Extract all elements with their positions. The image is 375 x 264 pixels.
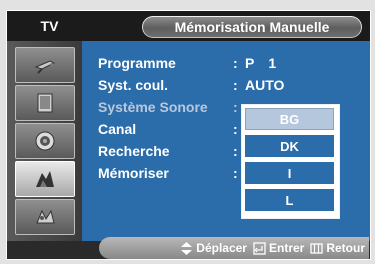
- dropdown-option-i[interactable]: I: [245, 162, 334, 184]
- tv-label: TV: [40, 18, 59, 34]
- programme-number: 1: [268, 55, 277, 71]
- enter-icon: [253, 241, 266, 255]
- speaker-icon: [35, 131, 55, 151]
- menu-row-label: Recherche: [98, 143, 170, 159]
- menu-row-programme[interactable]: Programme : P 1: [98, 53, 276, 73]
- hint-enter: Entrer: [253, 241, 304, 255]
- menu-row-color-system[interactable]: Syst. coul. : AUTO: [98, 75, 284, 95]
- channel-icon: [36, 171, 54, 187]
- sidebar-item-channel[interactable]: [15, 161, 75, 197]
- hint-back: Retour: [310, 241, 365, 255]
- separator: :: [233, 77, 238, 93]
- menu-icon: [310, 242, 323, 254]
- menu-row-label: Mémoriser: [98, 165, 169, 181]
- menu-row-channel[interactable]: Canal :: [98, 119, 245, 139]
- tv-frame: TV Mémorisation Manuelle Programme: P 1…: [0, 0, 375, 264]
- setup-icon: [36, 209, 55, 224]
- dropdown-option-dk[interactable]: DK: [245, 135, 334, 157]
- hint-move: Déplacer: [180, 241, 247, 255]
- sidebar-item-sound[interactable]: [15, 123, 75, 159]
- menu-row-label: Canal: [98, 121, 137, 137]
- color-system-value: AUTO: [245, 77, 285, 93]
- menu-row-search[interactable]: Recherche :: [98, 141, 245, 161]
- menu-title: Mémorisation Manuelle: [143, 17, 361, 37]
- dropdown-option-l[interactable]: L: [245, 189, 334, 211]
- up-down-arrow-icon: [181, 241, 193, 255]
- help-bar: Déplacer Entrer Retour: [99, 237, 369, 259]
- sound-system-dropdown[interactable]: BG DK I L: [241, 104, 340, 219]
- sidebar: [7, 41, 82, 241]
- menu-title-pill: Mémorisation Manuelle: [142, 16, 362, 38]
- sidebar-item-picture[interactable]: [15, 85, 75, 121]
- sidebar-item-antenna[interactable]: [15, 47, 75, 83]
- programme-prefix: P: [245, 55, 255, 71]
- dropdown-option-bg[interactable]: BG: [245, 108, 334, 130]
- menu-row-sound-system[interactable]: Système Sonore :: [98, 97, 245, 117]
- menu-panel: Programme : P 1 Syst. coul. : AUTO Systè…: [82, 41, 370, 241]
- hint-back-label: Retour: [326, 241, 365, 255]
- top-bar: TV Mémorisation Manuelle: [7, 11, 370, 41]
- hint-enter-label: Entrer: [268, 241, 305, 255]
- menu-row-store[interactable]: Mémoriser :: [98, 163, 245, 183]
- menu-row-label: Syst. coul.: [98, 77, 169, 93]
- picture-icon: [37, 93, 53, 113]
- menu-row-label: Système Sonore: [98, 99, 208, 115]
- menu-row-label: Programme: [98, 55, 176, 71]
- hint-move-label: Déplacer: [196, 241, 247, 255]
- separator: :: [233, 55, 238, 71]
- osd-screen: TV Mémorisation Manuelle Programme: P 1…: [6, 10, 371, 260]
- antenna-icon: [34, 60, 56, 74]
- sidebar-item-setup[interactable]: [15, 199, 75, 235]
